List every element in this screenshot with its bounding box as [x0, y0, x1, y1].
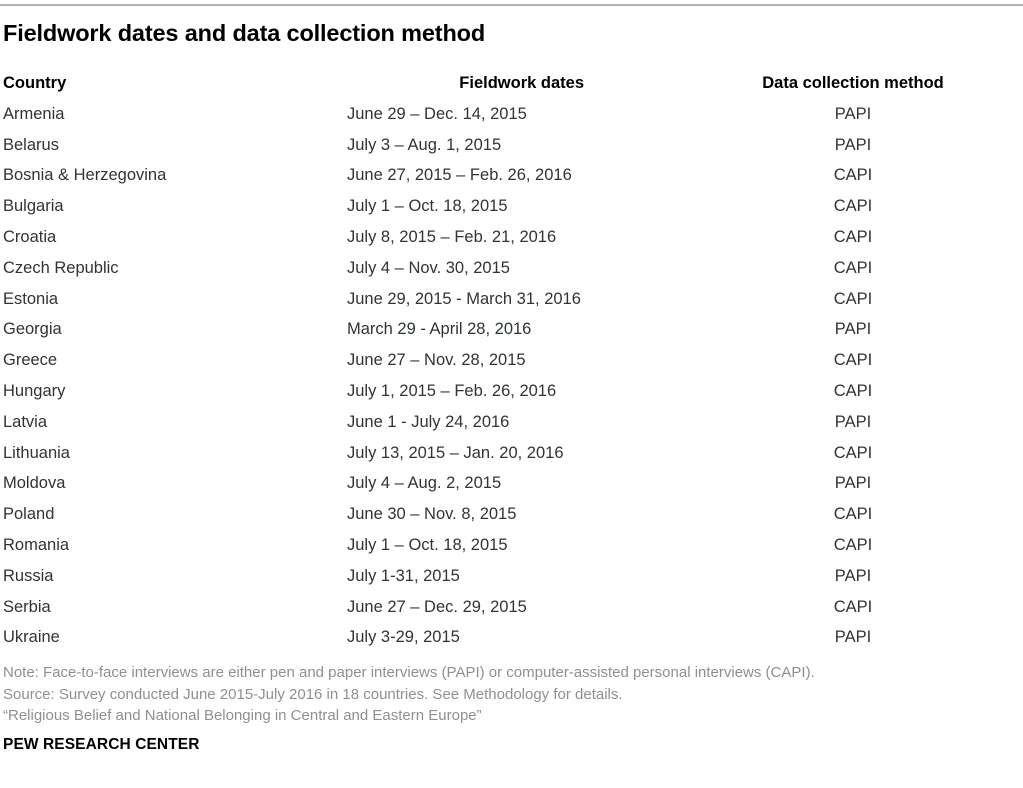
cell-country: Hungary — [3, 381, 66, 400]
cell-data-collection-method: PAPI — [834, 104, 872, 123]
cell-country: Russia — [3, 566, 54, 585]
note-line-report-title: “Religious Belief and National Belonging… — [3, 707, 482, 724]
cell-fieldwork-dates: July 3-29, 2015 — [347, 628, 460, 647]
cell-fieldwork-dates: June 29, 2015 - March 31, 2016 — [347, 289, 581, 308]
cell-fieldwork-dates: July 1 – Oct. 18, 2015 — [347, 197, 508, 216]
cell-fieldwork-dates: July 8, 2015 – Feb. 21, 2016 — [347, 227, 557, 246]
top-divider — [0, 4, 1023, 6]
cell-country: Greece — [3, 351, 58, 370]
cell-data-collection-method: CAPI — [833, 597, 873, 616]
cell-country: Armenia — [3, 104, 65, 123]
fieldwork-table: Country Fieldwork dates Data collection … — [0, 72, 1023, 657]
cell-data-collection-method: PAPI — [834, 320, 872, 339]
table-row: Hungary July 1, 2015 – Feb. 26, 2016 CAP… — [0, 380, 1023, 411]
table-row: Bulgaria July 1 – Oct. 18, 2015 CAPI — [0, 195, 1023, 226]
cell-data-collection-method: PAPI — [834, 628, 872, 647]
cell-fieldwork-dates: June 27, 2015 – Feb. 26, 2016 — [347, 166, 572, 185]
table-row: Ukraine July 3-29, 2015 PAPI — [0, 626, 1023, 657]
table-row: Greece June 27 – Nov. 28, 2015 CAPI — [0, 349, 1023, 380]
cell-country: Latvia — [3, 412, 48, 431]
table-row: Czech Republic July 4 – Nov. 30, 2015 CA… — [0, 257, 1023, 288]
column-header-fieldwork-dates: Fieldwork dates — [459, 74, 584, 92]
cell-country: Belarus — [3, 135, 59, 154]
cell-fieldwork-dates: July 3 – Aug. 1, 2015 — [347, 135, 502, 154]
note-line-methodology: Note: Face-to-face interviews are either… — [3, 664, 815, 681]
note-line-source: Source: Survey conducted June 2015-July … — [3, 685, 623, 703]
table-row: Belarus July 3 – Aug. 1, 2015 PAPI — [0, 134, 1023, 165]
cell-country: Moldova — [3, 474, 66, 493]
cell-data-collection-method: PAPI — [834, 474, 872, 493]
cell-country: Ukraine — [3, 628, 60, 647]
cell-data-collection-method: CAPI — [833, 351, 873, 370]
cell-country: Romania — [3, 535, 70, 554]
table-row: Bosnia & Herzegovina June 27, 2015 – Feb… — [0, 164, 1023, 195]
table-row: Croatia July 8, 2015 – Feb. 21, 2016 CAP… — [0, 226, 1023, 257]
cell-data-collection-method: CAPI — [833, 443, 873, 462]
cell-data-collection-method: CAPI — [833, 289, 873, 308]
cell-fieldwork-dates: July 1 – Oct. 18, 2015 — [347, 535, 508, 554]
table-row: Romania July 1 – Oct. 18, 2015 CAPI — [0, 534, 1023, 565]
cell-fieldwork-dates: June 27 – Nov. 28, 2015 — [347, 351, 526, 370]
cell-country: Czech Republic — [3, 258, 119, 277]
cell-fieldwork-dates: July 1, 2015 – Feb. 26, 2016 — [347, 381, 557, 400]
cell-fieldwork-dates: June 29 – Dec. 14, 2015 — [347, 104, 527, 123]
cell-data-collection-method: CAPI — [833, 197, 873, 216]
table-row: Estonia June 29, 2015 - March 31, 2016 C… — [0, 288, 1023, 319]
cell-fieldwork-dates: July 13, 2015 – Jan. 20, 2016 — [347, 443, 564, 462]
table-row: Russia July 1-31, 2015 PAPI — [0, 565, 1023, 596]
table-row: Georgia March 29 - April 28, 2016 PAPI — [0, 318, 1023, 349]
cell-country: Poland — [3, 505, 55, 524]
figure-notes: Note: Face-to-face interviews are either… — [3, 662, 993, 727]
cell-data-collection-method: CAPI — [833, 166, 873, 185]
page-title: Fieldwork dates and data collection meth… — [3, 20, 486, 46]
cell-fieldwork-dates: July 4 – Aug. 2, 2015 — [347, 474, 502, 493]
cell-fieldwork-dates: July 1-31, 2015 — [347, 566, 460, 585]
table-row: Lithuania July 13, 2015 – Jan. 20, 2016 … — [0, 442, 1023, 473]
cell-data-collection-method: CAPI — [833, 227, 873, 246]
cell-country: Georgia — [3, 320, 62, 339]
cell-data-collection-method: CAPI — [833, 505, 873, 524]
cell-country: Croatia — [3, 227, 57, 246]
cell-country: Bulgaria — [3, 197, 64, 216]
cell-data-collection-method: PAPI — [834, 135, 872, 154]
table-row: Serbia June 27 – Dec. 29, 2015 CAPI — [0, 596, 1023, 627]
cell-data-collection-method: PAPI — [834, 412, 872, 431]
cell-data-collection-method: PAPI — [834, 566, 872, 585]
table-row: Latvia June 1 - July 24, 2016 PAPI — [0, 411, 1023, 442]
cell-country: Bosnia & Herzegovina — [3, 166, 167, 185]
cell-fieldwork-dates: July 4 – Nov. 30, 2015 — [347, 258, 510, 277]
cell-data-collection-method: CAPI — [833, 535, 873, 554]
cell-country: Estonia — [3, 289, 59, 308]
pew-table-figure: Fieldwork dates and data collection meth… — [0, 0, 1023, 788]
cell-fieldwork-dates: June 30 – Nov. 8, 2015 — [347, 505, 517, 524]
cell-country: Serbia — [3, 597, 51, 616]
table-header-row: Country Fieldwork dates Data collection … — [0, 72, 1023, 103]
cell-fieldwork-dates: March 29 - April 28, 2016 — [347, 320, 532, 339]
cell-country: Lithuania — [3, 443, 70, 462]
table-row: Armenia June 29 – Dec. 14, 2015 PAPI — [0, 103, 1023, 134]
table-row: Poland June 30 – Nov. 8, 2015 CAPI — [0, 503, 1023, 534]
table-row: Moldova July 4 – Aug. 2, 2015 PAPI — [0, 472, 1023, 503]
cell-data-collection-method: CAPI — [833, 258, 873, 277]
cell-fieldwork-dates: June 27 – Dec. 29, 2015 — [347, 597, 527, 616]
cell-data-collection-method: CAPI — [833, 381, 873, 400]
cell-fieldwork-dates: June 1 - July 24, 2016 — [347, 412, 510, 431]
pew-research-center-brand: PEW RESEARCH CENTER — [3, 736, 200, 753]
column-header-data-collection-method: Data collection method — [762, 74, 944, 92]
